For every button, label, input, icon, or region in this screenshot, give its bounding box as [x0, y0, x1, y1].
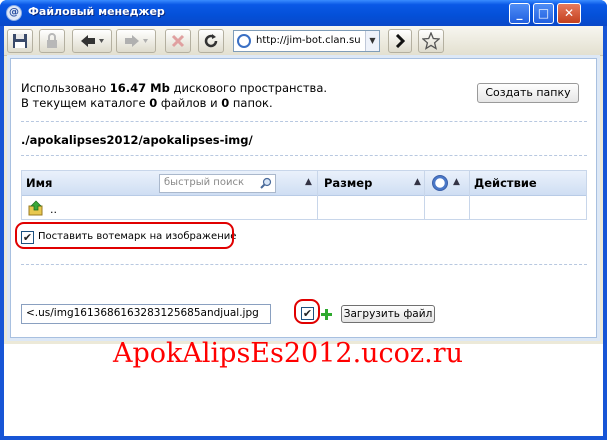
app-icon: @ — [6, 5, 22, 21]
address-bar[interactable]: http://jim-bot.clan.su ▼ — [233, 30, 380, 52]
go-icon[interactable] — [388, 29, 412, 53]
app-window: @ Файловый менеджер _ □ ✕ http://jim-bot… — [0, 0, 607, 440]
file-count-label: файлов и — [157, 96, 222, 110]
folder-count-label: папок. — [229, 96, 273, 110]
lock-icon[interactable] — [39, 29, 65, 53]
column-action-header: Действие — [474, 176, 537, 190]
back-icon[interactable] — [72, 29, 112, 53]
overlay-watermark-text: ApokAlipsEs2012.ucoz.ru — [113, 338, 464, 369]
directory-count-text: В текущем каталоге 0 файлов и 0 папок. — [21, 96, 273, 110]
add-file-icon[interactable] — [320, 308, 333, 321]
clock-icon[interactable] — [432, 175, 448, 191]
sort-size-icon[interactable]: ▲ — [414, 177, 421, 187]
table-row-parent-dir[interactable]: .. — [22, 197, 586, 219]
disk-usage-suffix: дискового пространства. — [169, 81, 328, 95]
table-header: Имя быстрый поиск ▲ Размер ▲ ▲ Действие — [22, 171, 586, 196]
quick-search-placeholder: быстрый поиск — [164, 177, 244, 188]
window-title: Файловый менеджер — [28, 5, 165, 18]
upload-file-input[interactable]: <.us/img1613686163283125685andjual.jpg — [21, 304, 271, 324]
save-icon[interactable] — [7, 29, 33, 53]
upload-file-button[interactable]: Загрузить файл — [341, 305, 435, 323]
parent-dir-label[interactable]: .. — [50, 203, 57, 216]
current-path: ./apokalipses2012/apokalipses-img/ — [21, 133, 253, 147]
file-manager-panel: Использовано 16.47 Mb дискового простран… — [10, 58, 597, 338]
highlight-ring — [294, 299, 320, 324]
column-name-header[interactable]: Имя — [26, 176, 52, 190]
window-client: http://jim-bot.clan.su ▼ Использовано 16… — [4, 26, 603, 436]
column-size-header[interactable]: Размер — [324, 176, 372, 190]
disk-usage-prefix: Использовано — [21, 81, 110, 95]
search-icon[interactable] — [260, 177, 272, 189]
browser-toolbar: http://jim-bot.clan.su ▼ — [4, 26, 603, 56]
divider — [21, 121, 587, 122]
stop-icon[interactable] — [165, 29, 191, 53]
dir-count-prefix: В текущем каталоге — [21, 96, 150, 110]
reload-icon[interactable] — [198, 29, 224, 53]
maximize-button[interactable]: □ — [533, 3, 554, 24]
disk-used-value: 16.47 Mb — [109, 81, 170, 95]
sort-asc-icon[interactable]: ▲ — [305, 177, 312, 187]
divider — [21, 155, 587, 156]
title-bar[interactable]: @ Файловый менеджер _ □ ✕ — [0, 0, 607, 26]
create-folder-button[interactable]: Создать папку — [477, 83, 579, 103]
file-table: Имя быстрый поиск ▲ Размер ▲ ▲ Действие — [21, 170, 587, 220]
quick-search-input[interactable]: быстрый поиск — [159, 174, 276, 193]
minimize-button[interactable]: _ — [509, 3, 530, 24]
sort-date-icon[interactable]: ▲ — [453, 177, 460, 187]
globe-icon — [237, 34, 251, 48]
divider — [21, 264, 587, 265]
highlight-ring — [15, 222, 234, 249]
folder-up-icon[interactable] — [28, 200, 44, 216]
forward-icon[interactable] — [116, 29, 156, 53]
bookmark-star-icon[interactable] — [418, 29, 444, 53]
address-dropdown-icon[interactable]: ▼ — [365, 31, 379, 51]
address-url[interactable]: http://jim-bot.clan.su — [256, 35, 366, 46]
close-button[interactable]: ✕ — [557, 3, 581, 24]
disk-usage-text: Использовано 16.47 Mb дискового простран… — [21, 81, 327, 95]
